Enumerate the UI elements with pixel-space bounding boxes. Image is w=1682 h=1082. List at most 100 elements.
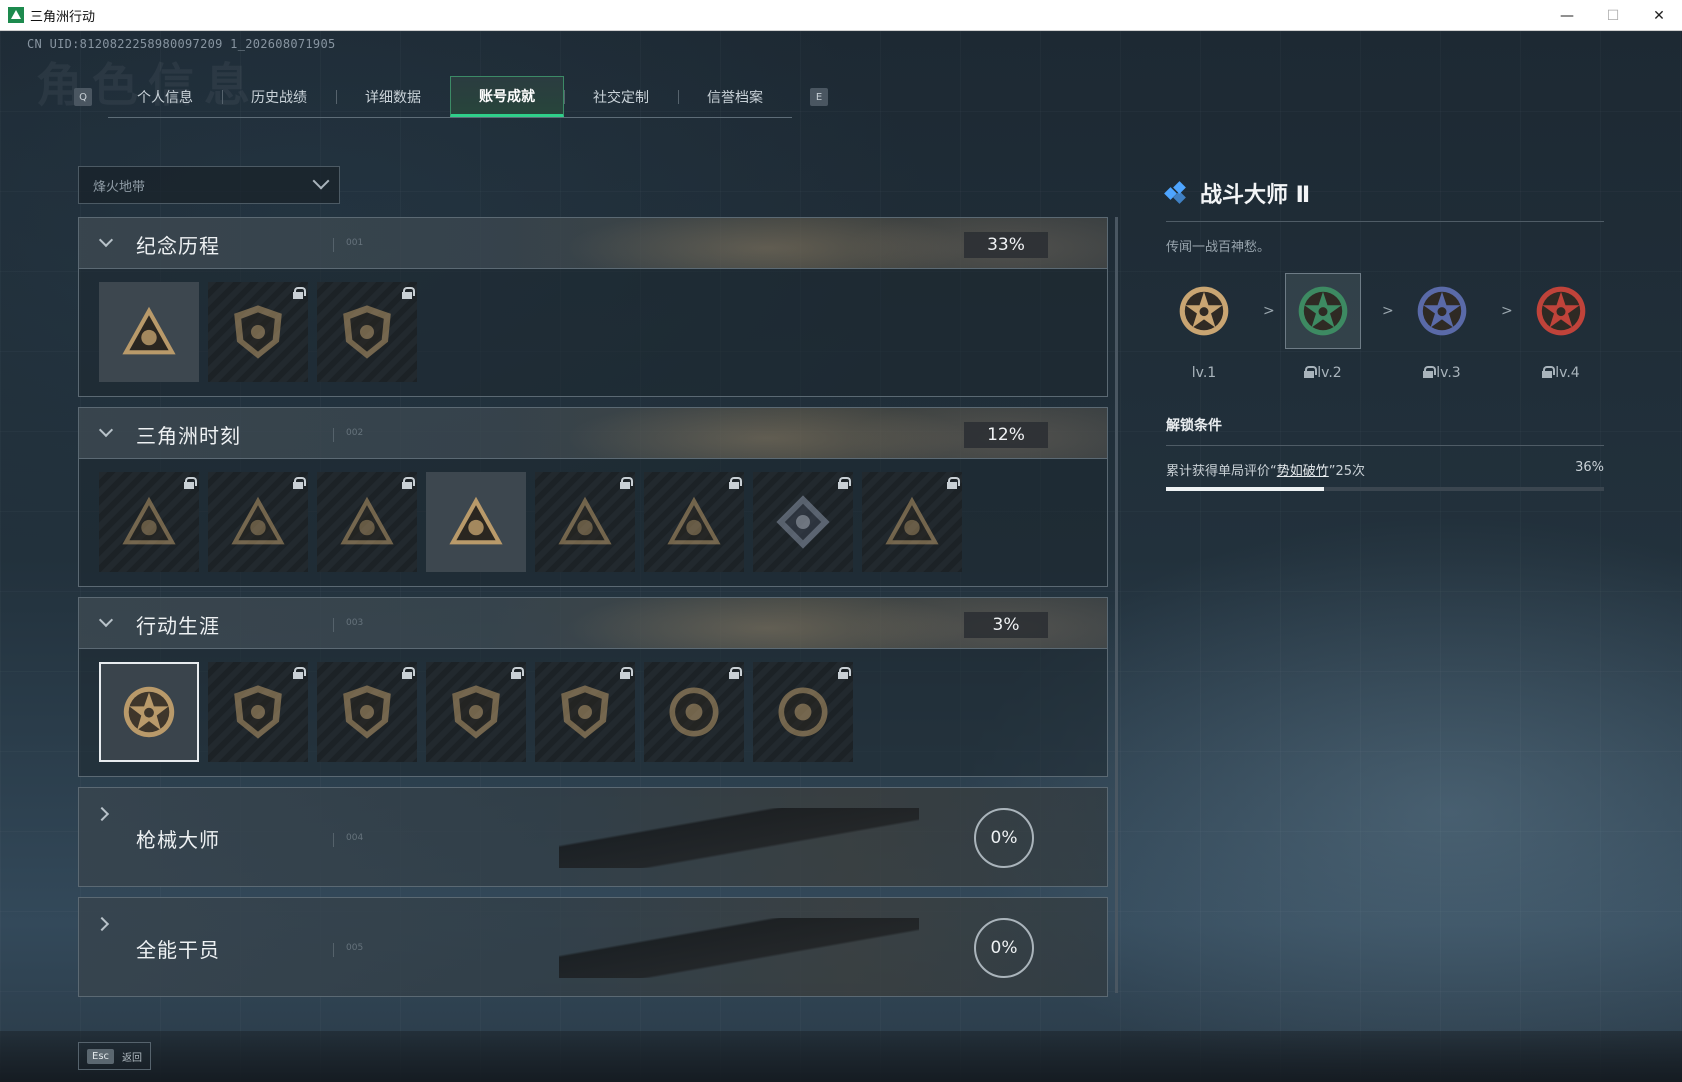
hex-shield-badge[interactable]	[426, 662, 526, 762]
diamond-crest-badge[interactable]	[753, 472, 853, 572]
back-label: 返回	[122, 1052, 143, 1064]
triangle-eagle-badge[interactable]	[535, 472, 635, 572]
level-badge-3[interactable]	[1404, 273, 1480, 349]
lock-icon	[1423, 366, 1437, 378]
list-scrollbar[interactable]	[1115, 217, 1118, 993]
triangle-skull-badge[interactable]	[862, 472, 962, 572]
tab-list: 个人信息 历史战绩 详细数据 账号成就 社交定制 信誉档案	[108, 76, 792, 118]
section-percent: 12%	[964, 422, 1048, 448]
star-skull-badge-icon	[1417, 286, 1467, 336]
triangle-squad-badge[interactable]	[426, 472, 526, 572]
condition-progress-fill	[1166, 487, 1324, 491]
chevron-down-icon	[98, 422, 114, 438]
level-badge-4[interactable]	[1523, 273, 1599, 349]
section-title: 纪念历程	[136, 234, 220, 258]
tab-5[interactable]: 信誉档案	[678, 76, 792, 117]
condition-percent: 36%	[1575, 460, 1604, 475]
achievement-detail-panel: 战斗大师 Ⅱ 传闻一战百神愁。 lv.1 > lv.2 > lv.3 > lv.4 解…	[1164, 177, 1604, 491]
condition-highlight[interactable]: 势如破竹	[1277, 464, 1329, 479]
shield-emblem-badge[interactable]	[317, 282, 417, 382]
lock-icon	[620, 477, 633, 489]
diamond-icon	[1164, 181, 1190, 204]
triangle-fish-badge[interactable]	[644, 472, 744, 572]
section-header-collapsed[interactable]: 全能干员 005 0%	[78, 897, 1108, 997]
mode-filter-dropdown[interactable]: 烽火地带	[78, 166, 340, 204]
level-track: lv.1 > lv.2 > lv.3 > lv.4	[1166, 273, 1604, 393]
winged-shield-badge[interactable]	[208, 662, 308, 762]
achievement-section: 纪念历程 001 33%	[78, 217, 1108, 397]
section-title: 行动生涯	[136, 614, 220, 638]
minimize-button[interactable]: —	[1544, 0, 1590, 31]
level-label-2: lv.2	[1285, 365, 1361, 381]
section-header-collapsed[interactable]: 枪械大师 004 0%	[78, 787, 1108, 887]
app-icon	[8, 7, 24, 23]
round-emblem-badge[interactable]	[535, 662, 635, 762]
section-percent-ring: 0%	[974, 808, 1034, 868]
helicopter-badge[interactable]	[208, 282, 308, 382]
section-header[interactable]: 行动生涯 003 3%	[78, 597, 1108, 649]
level-text: lv.4	[1555, 365, 1580, 381]
split-shield-badge[interactable]	[317, 662, 417, 762]
triangle-runner-badge[interactable]	[208, 472, 308, 572]
achievement-section: 全能干员 005 0%	[78, 897, 1108, 997]
tab-4[interactable]: 社交定制	[564, 76, 678, 117]
tab-3[interactable]: 账号成就	[450, 76, 564, 117]
chevron-down-icon	[98, 232, 114, 248]
triangle-mountain-badge[interactable]	[99, 282, 199, 382]
unlock-condition-row: 累计获得单局评价“势如破竹”25次 36%	[1166, 460, 1604, 479]
lock-icon	[838, 667, 851, 679]
level-text: lv.1	[1191, 365, 1217, 381]
detail-divider	[1166, 221, 1604, 222]
lock-icon	[1542, 366, 1556, 378]
crosshair-skull-badge[interactable]	[644, 662, 744, 762]
section-banner-art	[559, 808, 919, 868]
section-badge-grid	[78, 269, 1108, 397]
section-index: 005	[333, 943, 363, 957]
back-button[interactable]: Esc 返回	[78, 1042, 152, 1070]
section-percent: 3%	[964, 612, 1048, 638]
tab-0[interactable]: 个人信息	[108, 76, 222, 117]
tab-2[interactable]: 详细数据	[336, 76, 450, 117]
section-index: 002	[333, 428, 363, 442]
condition-suffix: ”25次	[1328, 464, 1366, 479]
condition-divider	[1166, 445, 1604, 446]
condition-progress-bar	[1166, 487, 1604, 491]
detail-description: 传闻一战百神愁。	[1166, 240, 1271, 255]
level-separator: >	[1501, 303, 1513, 319]
chevron-right-icon	[94, 916, 110, 932]
star-skull-badge[interactable]	[99, 662, 199, 762]
tab-prev-key[interactable]: Q	[74, 88, 92, 106]
section-index: 003	[333, 618, 363, 632]
achievement-section: 三角洲时刻 002 12%	[78, 407, 1108, 587]
close-button[interactable]: ✕	[1636, 0, 1682, 31]
maximize-button[interactable]: ☐	[1590, 0, 1636, 31]
star-skull-badge-icon	[1536, 286, 1586, 336]
section-title: 三角洲时刻	[136, 424, 241, 448]
mode-filter-value: 烽火地带	[93, 179, 146, 195]
level-text: lv.2	[1317, 365, 1342, 381]
window-titlebar: 三角洲行动 — ☐ ✕	[0, 0, 1682, 31]
eye-ring-badge[interactable]	[753, 662, 853, 762]
tab-bar: Q 个人信息 历史战绩 详细数据 账号成就 社交定制 信誉档案 E	[74, 75, 828, 119]
level-badge-1[interactable]	[1166, 273, 1242, 349]
detail-title: 战斗大师 Ⅱ	[1200, 183, 1311, 208]
section-banner-art	[559, 918, 919, 978]
achievement-section: 枪械大师 004 0%	[78, 787, 1108, 887]
star-skull-badge-icon	[1298, 286, 1348, 336]
level-badge-2[interactable]	[1285, 273, 1361, 349]
section-index: 001	[333, 238, 363, 252]
triangle-figure-badge[interactable]	[99, 472, 199, 572]
triangle-hands-badge[interactable]	[317, 472, 417, 572]
lock-icon	[620, 667, 633, 679]
section-header[interactable]: 三角洲时刻 002 12%	[78, 407, 1108, 459]
window-controls: — ☐ ✕	[1544, 0, 1682, 31]
lock-icon	[293, 477, 306, 489]
section-header[interactable]: 纪念历程 001 33%	[78, 217, 1108, 269]
game-stage: 角色信息 CN UID:8120822258980097209 1_202608…	[0, 31, 1682, 1082]
tab-1[interactable]: 历史战绩	[222, 76, 336, 117]
level-label-1: lv.1	[1166, 365, 1242, 381]
bottom-bar: Esc 返回	[0, 1031, 1682, 1082]
section-title: 枪械大师	[136, 828, 220, 852]
tab-next-key[interactable]: E	[810, 88, 828, 106]
chevron-down-icon	[98, 612, 114, 628]
